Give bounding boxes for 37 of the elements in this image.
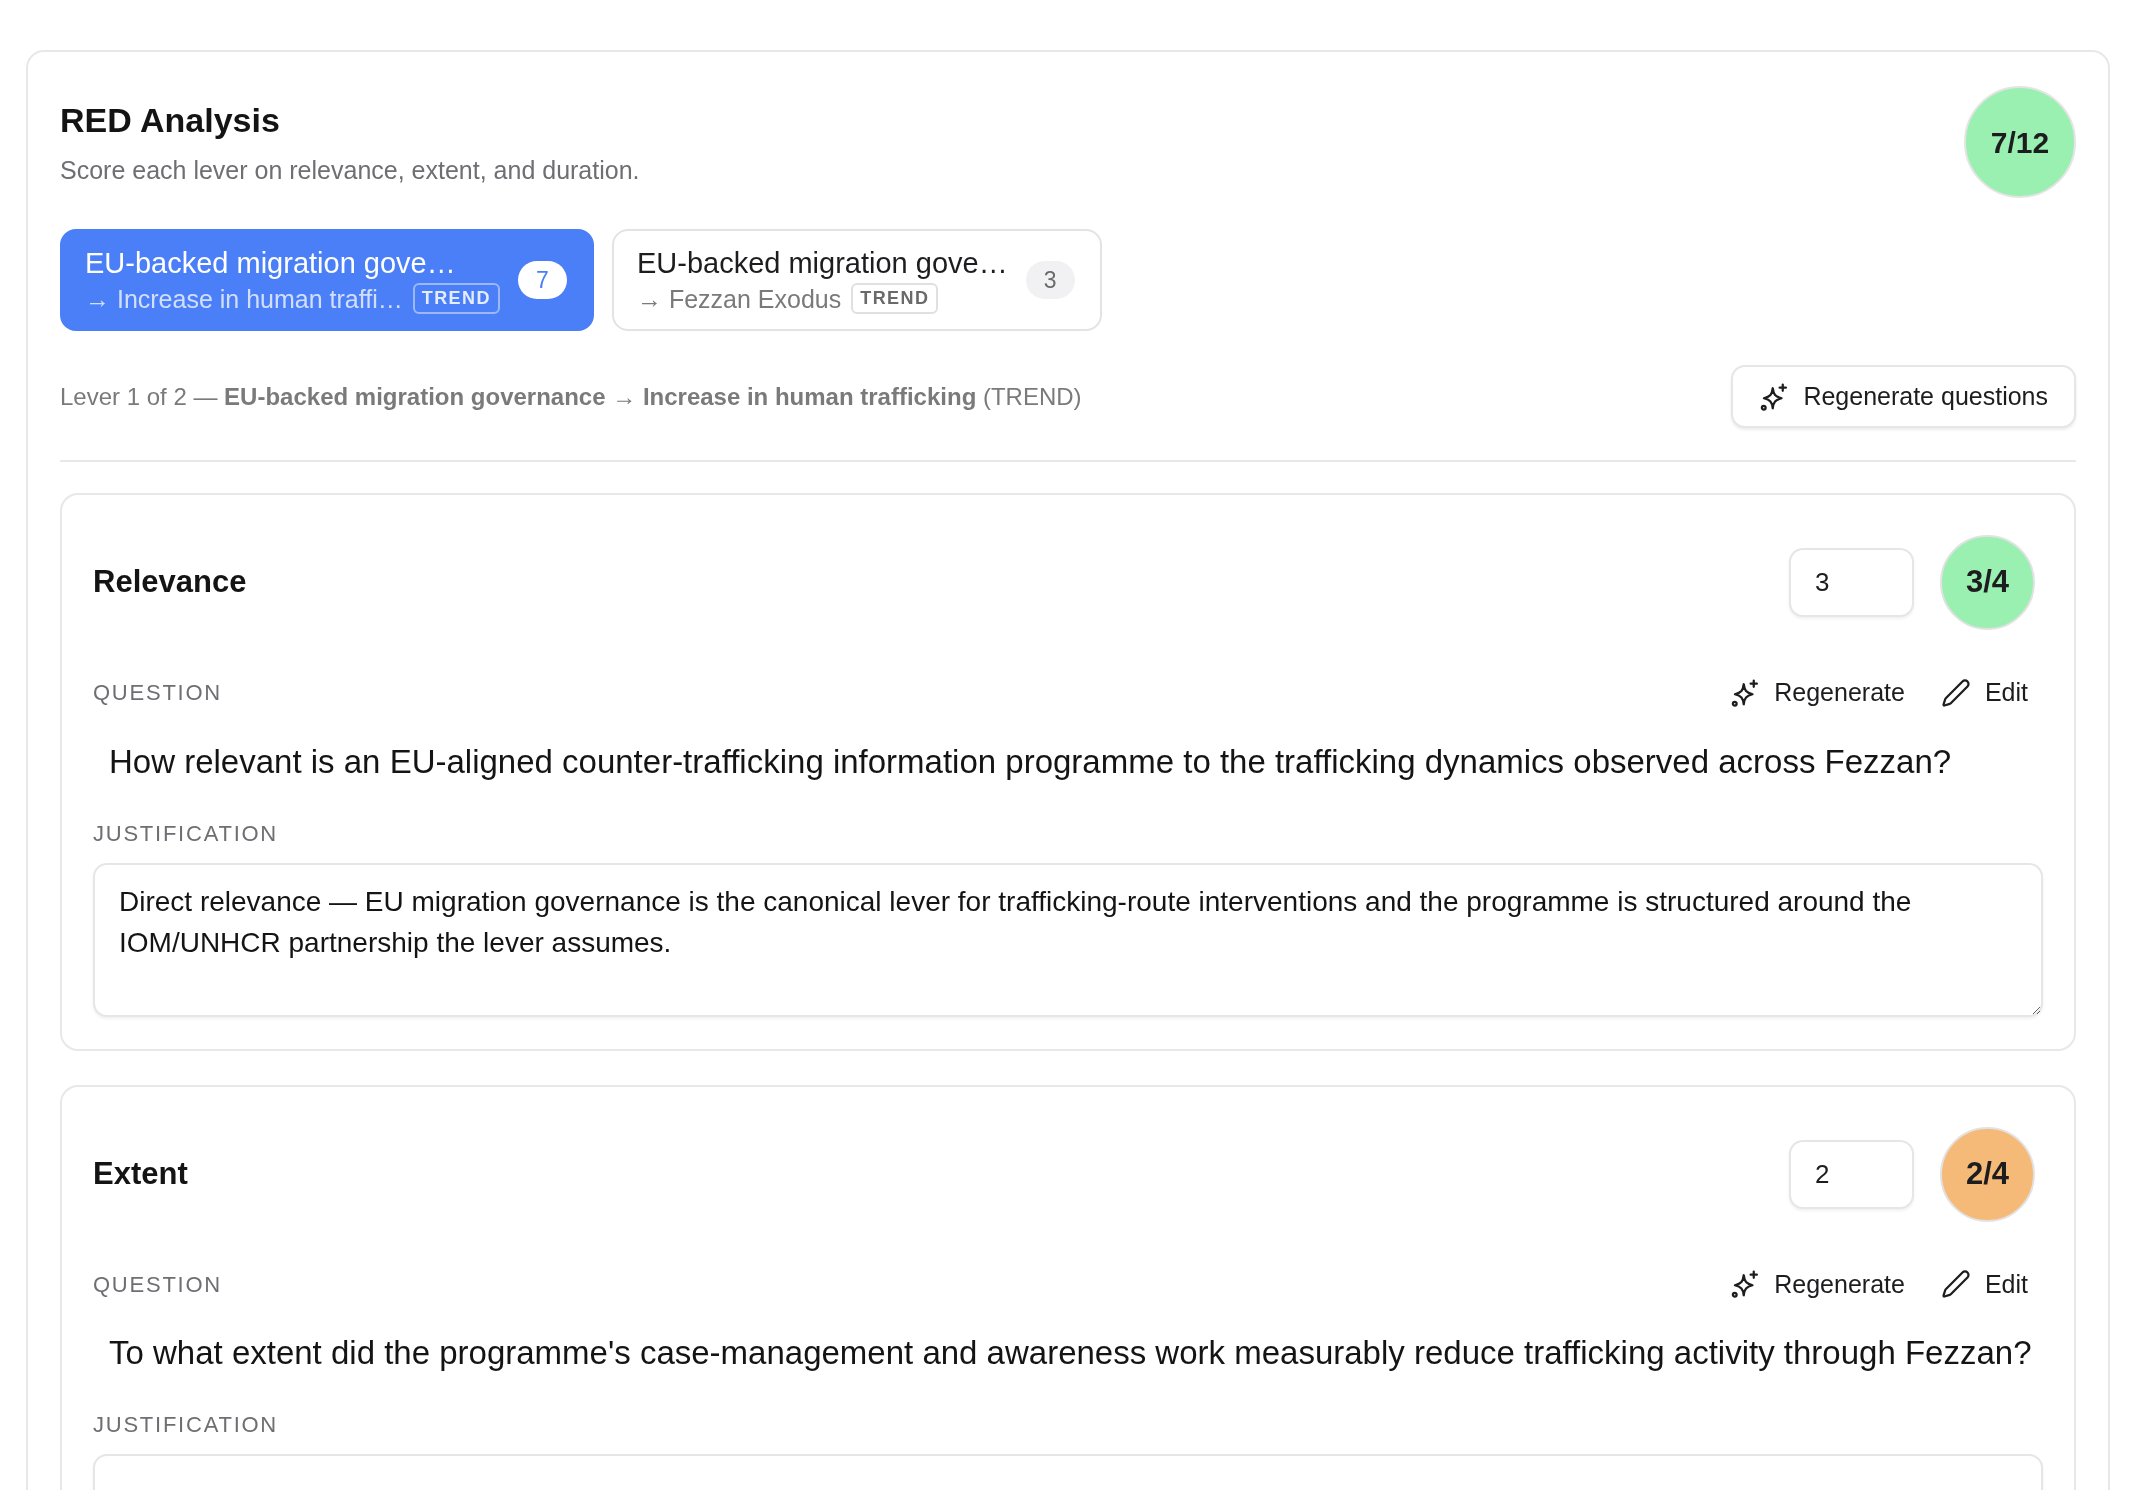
panel-title: RED Analysis: [60, 99, 281, 140]
pencil-icon: [1940, 1269, 1971, 1300]
lever-tab[interactable]: EU-backed migration gove… → Increase in human traffi… TREND 7: [60, 229, 594, 331]
justification-field[interactable]: Direct relevance — EU migration governance is the canonical lever for trafficking-route interventions and the programme is structured around the IOM/UNHCR partnership the lever assumes.: [93, 862, 2043, 1017]
section-label: QUESTION: [93, 679, 222, 708]
lever-title: EU-backed migration gove…: [85, 246, 457, 280]
score-badge: 2/4: [1940, 1126, 2035, 1222]
panel-subtitle: Score each lever on relevance, extent, and duration.: [60, 154, 640, 185]
question-text: How relevant is an EU-aligned counter-trafficking information programme to the trafficking dynamics observed across Fezzan?: [108, 741, 1953, 782]
sparkle-icon: [1730, 677, 1761, 708]
section-label: JUSTIFICATION: [93, 819, 280, 848]
sparkle-icon: [1759, 381, 1790, 412]
total-score-badge: 7/12: [1964, 86, 2076, 198]
score-input[interactable]: 3: [1789, 548, 1914, 617]
section-label: QUESTION: [93, 1270, 222, 1299]
question-text: To what extent did the programme's case-management and awareness work measurably reduce trafficking activity through Fezzan?: [108, 1333, 2033, 1373]
edit-button[interactable]: Edit: [1940, 1265, 2028, 1303]
section-label: JUSTIFICATION: [93, 1411, 280, 1439]
score-input[interactable]: 2: [1789, 1139, 1914, 1209]
regenerate-button[interactable]: Regenerate: [1730, 1265, 1905, 1303]
criterion-title: Extent: [93, 1154, 188, 1193]
edit-button[interactable]: Edit: [1940, 674, 2028, 712]
count-badge: 3: [1025, 261, 1075, 299]
breadcrumb-text: Lever 1 of 2 — EU-backed migration governance → Increase in human trafficking (TREND): [60, 381, 1082, 412]
lever-target: → Fezzan Exodus: [636, 283, 842, 314]
regenerate-button[interactable]: Regenerate: [1730, 674, 1905, 712]
count-badge: 7: [517, 261, 567, 299]
lever-title: EU-backed migration gove…: [636, 246, 1008, 280]
criterion-title: Relevance: [93, 563, 247, 602]
pencil-icon: [1940, 677, 1971, 708]
type-tag: TREND: [851, 283, 939, 314]
score-badge: 3/4: [1940, 535, 2035, 630]
lever-tab[interactable]: EU-backed migration gove… → Fezzan Exodus TREND 3: [611, 229, 1102, 331]
type-tag: TREND: [412, 283, 500, 314]
regenerate-questions-button[interactable]: Regenerate questions: [1731, 365, 2076, 428]
lever-target: → Increase in human traffi…: [85, 283, 403, 314]
sparkle-icon: [1730, 1269, 1761, 1300]
